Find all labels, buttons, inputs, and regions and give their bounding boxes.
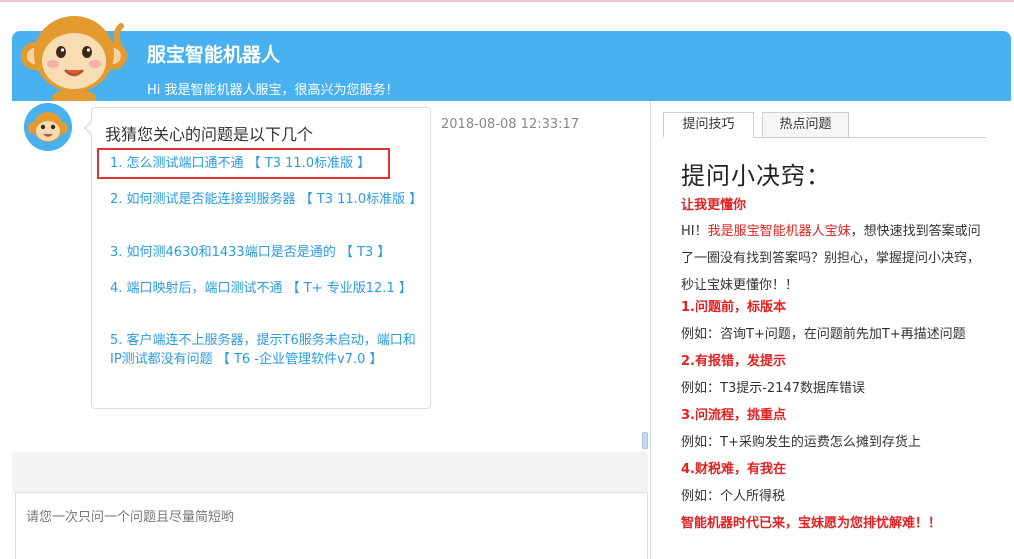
tips-intro-highlight: 我是服宝智能机器人宝妹 [707, 224, 851, 239]
tab-question-tips[interactable]: 提问技巧 [663, 112, 754, 138]
suggested-question-2[interactable]: 2. 如何测试是否能连接到服务器 【 T3 11.0标准版 】 [110, 190, 422, 209]
tips-title: 提问小决窍： [681, 162, 831, 190]
header-banner: 服宝智能机器人 Hi 我是智能机器人服宝，很高兴为您服务！ [12, 31, 1011, 101]
tips-heading: 让我更懂你 [681, 198, 747, 213]
question-input[interactable]: 请您一次只问一个问题且尽量简短哟 [15, 492, 648, 559]
monkey-avatar-icon [24, 103, 72, 151]
tips-footer: 智能机器时代已来，宝妹愿为您排忧解难！！ [681, 516, 942, 531]
bubble-arrow-inner [86, 122, 92, 134]
tip-1-example: 例如：咨询T+问题，在问题前先加T+再描述问题 [681, 327, 966, 342]
tip-2-title: 2.有报错，发提示 [681, 354, 786, 369]
tip-1-title: 1.问题前，标版本 [681, 300, 786, 315]
chat-divider-strip [12, 452, 648, 492]
tips-intro-prefix: HI！ [681, 224, 708, 239]
chat-scrollbar-handle[interactable] [642, 432, 648, 449]
tab-hot-questions[interactable]: 热点问题 [762, 112, 849, 138]
suggestion-title: 我猜您关心的问题是以下几个 [105, 125, 314, 144]
tip-2-example: 例如：T3提示-2147数据库错误 [681, 381, 865, 396]
suggested-question-5[interactable]: 5. 客户端连不上服务器，提示T6服务未启动，端口和IP测试都没有问题 【 T6… [110, 331, 422, 369]
tip-3-title: 3.问流程，挑重点 [681, 408, 786, 423]
suggested-question-3[interactable]: 3. 如何测4630和1433端口是否是通的 【 T3 】 [110, 243, 422, 262]
suggested-question-1[interactable]: 1. 怎么测试端口通不通 【 T3 11.0标准版 】 [110, 154, 422, 173]
robot-avatar [24, 103, 72, 151]
header-title: 服宝智能机器人 [147, 44, 281, 66]
suggested-question-4[interactable]: 4. 端口映射后，端口测试不通 【 T+ 专业版12.1 】 [110, 279, 422, 298]
tip-3-example: 例如：T+采购发生的运费怎么摊到存货上 [681, 435, 921, 450]
tip-4-title: 4.财税难，有我在 [681, 462, 786, 477]
top-rule [0, 0, 1014, 2]
message-timestamp: 2018-08-08 12:33:17 [441, 117, 580, 132]
monkey-mascot-logo [21, 16, 127, 106]
tips-intro: HI！我是服宝智能机器人宝妹，想快速找到答案或问了一圈没有找到答案吗？别担心，掌… [681, 218, 991, 299]
tip-4-example: 例如：个人所得税 [681, 489, 786, 504]
header-subtitle: Hi 我是智能机器人服宝，很高兴为您服务！ [147, 83, 399, 98]
